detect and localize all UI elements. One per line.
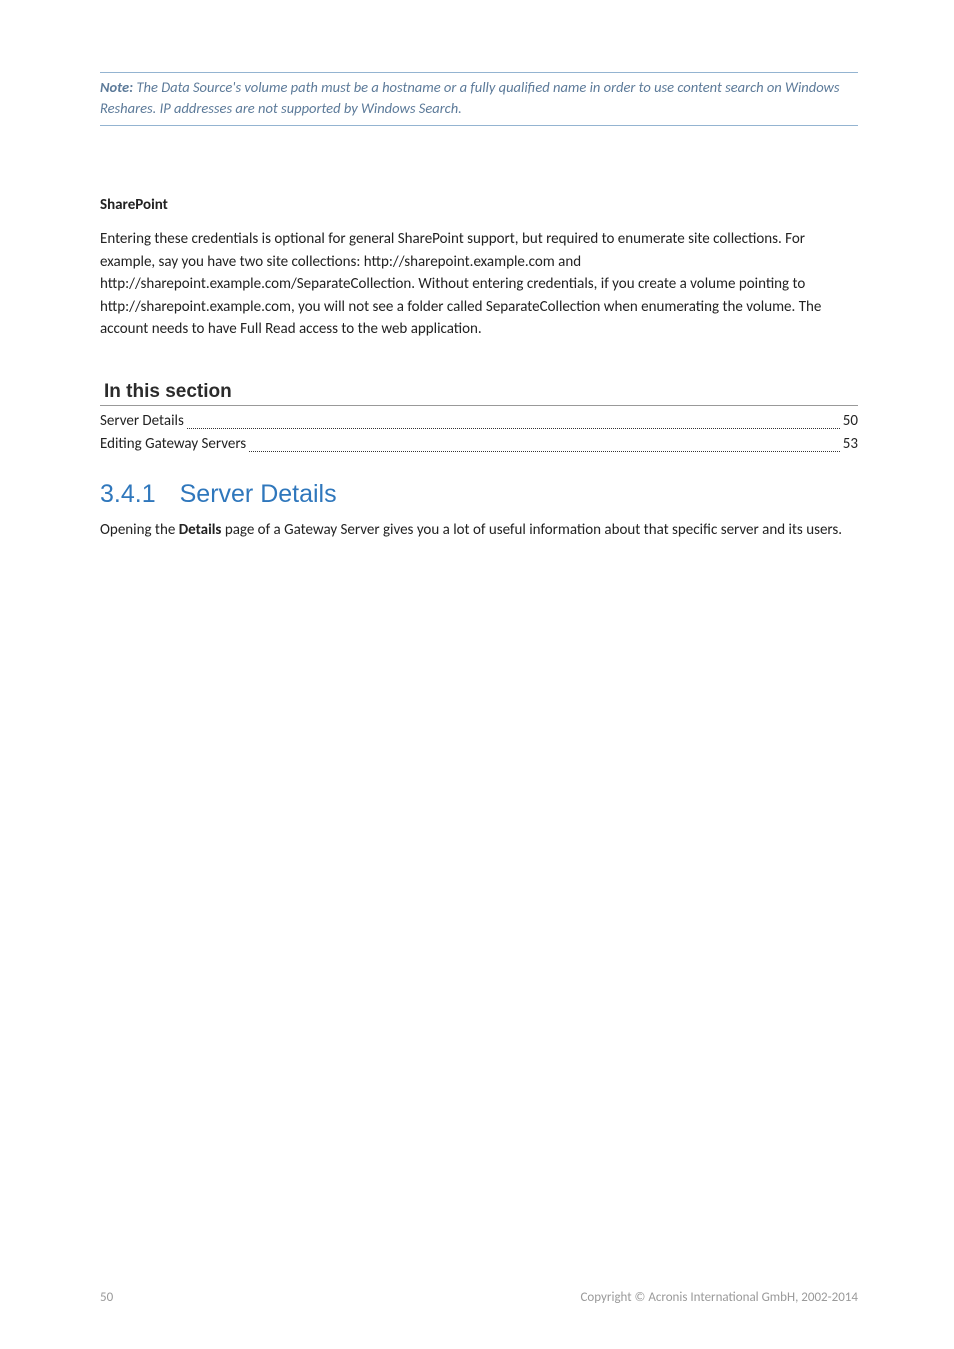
toc-list: Server Details 50 Editing Gateway Server… <box>100 410 858 457</box>
footer-page-number: 50 <box>100 1290 113 1305</box>
toc-page-number: 50 <box>843 410 858 433</box>
subsection-number: 3.4.1 <box>100 480 156 509</box>
subsection-title: Server Details <box>180 480 337 508</box>
sharepoint-paragraph: Entering these credentials is optional f… <box>100 228 858 341</box>
note-label: Note: <box>100 78 133 96</box>
note-box: Note: The Data Source's volume path must… <box>100 72 858 126</box>
toc-leader-dots <box>187 410 840 429</box>
subsection-text-pre: Opening the <box>100 521 179 539</box>
toc-leader-dots <box>249 433 840 452</box>
toc-row: Editing Gateway Servers 53 <box>100 433 858 456</box>
subsection-heading: 3.4.1 Server Details <box>100 480 858 509</box>
toc-title[interactable]: Server Details <box>100 410 184 433</box>
section-divider <box>100 405 858 406</box>
in-this-section-heading: In this section <box>104 381 858 403</box>
note-text: The Data Source's volume path must be a … <box>100 78 840 117</box>
sharepoint-heading: SharePoint <box>100 196 858 214</box>
page-footer: 50 Copyright © Acronis International Gmb… <box>100 1290 858 1305</box>
subsection-text-post: page of a Gateway Server gives you a lot… <box>221 521 842 539</box>
toc-page-number: 53 <box>843 433 858 456</box>
subsection-paragraph: Opening the Details page of a Gateway Se… <box>100 519 858 542</box>
footer-copyright: Copyright © Acronis International GmbH, … <box>580 1290 858 1305</box>
subsection-bold-word: Details <box>179 521 222 539</box>
toc-title[interactable]: Editing Gateway Servers <box>100 433 246 456</box>
toc-row: Server Details 50 <box>100 410 858 433</box>
